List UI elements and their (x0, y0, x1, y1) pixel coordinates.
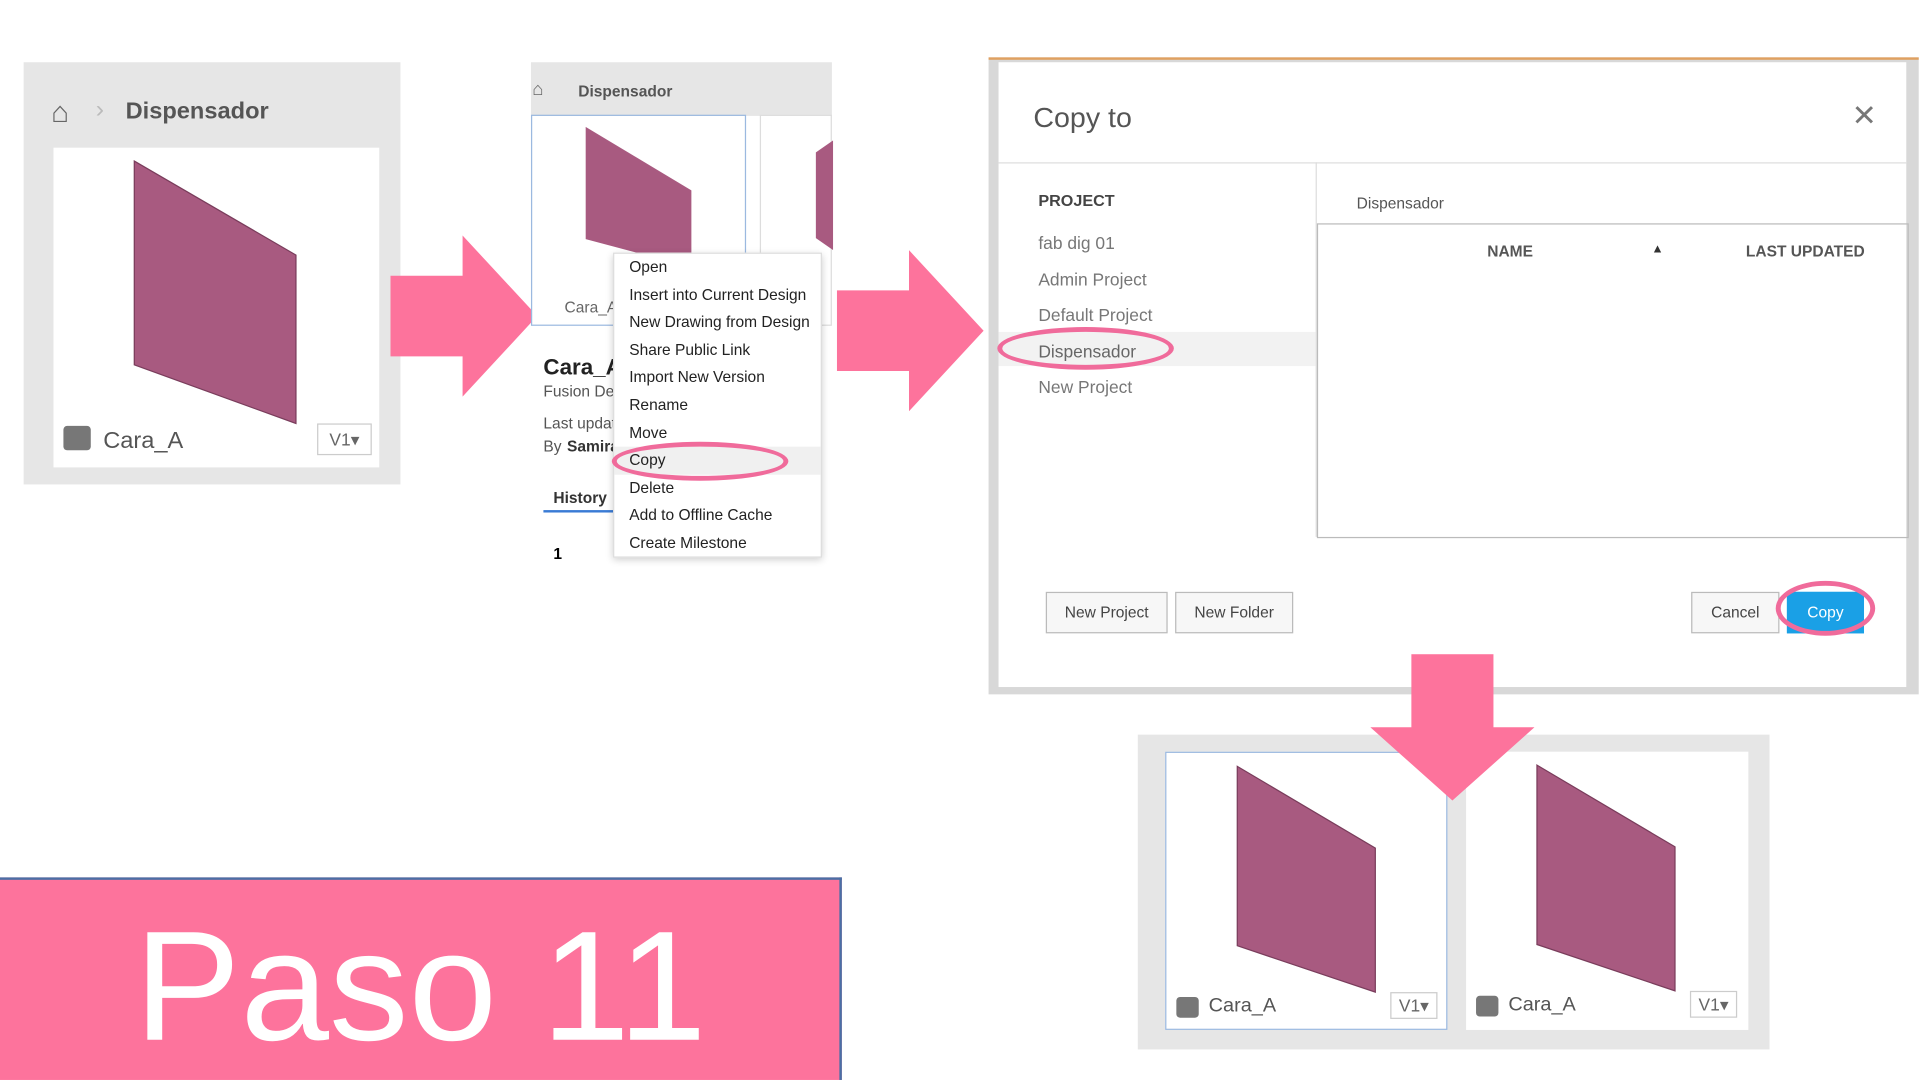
version-label: V1 (1398, 995, 1421, 1016)
design-thumbnail (1536, 764, 1676, 992)
breadcrumb[interactable]: Dispensador (126, 99, 269, 126)
close-icon[interactable]: ✕ (1852, 99, 1877, 134)
design-icon (1476, 995, 1499, 1017)
arrow-down-icon (1370, 654, 1535, 801)
by-label: By (543, 438, 562, 456)
column-last-updated[interactable]: LAST UPDATED (1746, 243, 1865, 260)
sort-asc-icon[interactable]: ▲ (1651, 243, 1663, 256)
file-name: Cara_A (1508, 994, 1576, 1016)
file-name: Cara_A (564, 298, 618, 317)
project-header: PROJECT (1038, 191, 1115, 210)
file-name: Cara_A (1208, 995, 1277, 1017)
step-label: Paso 11 (134, 899, 707, 1074)
highlight-ring (1775, 580, 1876, 636)
dialog-title: Copy to (1033, 101, 1132, 134)
menu-item-milestone[interactable]: Create Milestone (614, 530, 820, 558)
menu-item-offline[interactable]: Add to Offline Cache (614, 502, 820, 530)
author: Samira (567, 438, 619, 456)
menu-item-share[interactable]: Share Public Link (614, 337, 820, 365)
home-icon[interactable]: ⌂ (51, 96, 69, 130)
design-icon (63, 425, 91, 451)
menu-item-rename[interactable]: Rename (614, 392, 820, 420)
history-row-number: 1 (553, 545, 563, 563)
version-dropdown[interactable]: V1▾ (1390, 992, 1438, 1019)
design-thumbnail (815, 140, 834, 251)
menu-item-open[interactable]: Open (614, 254, 820, 282)
file-name: Cara_A (103, 428, 184, 454)
version-dropdown[interactable]: V1▾ (317, 423, 372, 456)
project-item[interactable]: Default Project (1038, 305, 1152, 325)
design-icon (1176, 996, 1199, 1018)
design-thumbnail (1236, 765, 1376, 993)
project-item[interactable]: New Project (1038, 377, 1132, 397)
chevron-right-icon: › (95, 96, 105, 124)
context-menu: Open Insert into Current Design New Draw… (613, 252, 822, 558)
project-item[interactable]: Admin Project (1038, 270, 1146, 290)
last-updated: Last updated (543, 414, 616, 432)
new-folder-button[interactable]: New Folder (1175, 591, 1294, 634)
breadcrumb[interactable]: Dispensador (578, 83, 672, 100)
file-title: Cara_A (543, 355, 616, 380)
home-icon[interactable]: ⌂ (532, 79, 543, 100)
menu-item-import[interactable]: Import New Version (614, 364, 820, 392)
highlight-ring (997, 327, 1174, 370)
file-type: Fusion Design (543, 383, 615, 401)
cancel-button[interactable]: Cancel (1691, 591, 1780, 634)
new-project-button[interactable]: New Project (1045, 591, 1168, 634)
version-label: V1 (329, 429, 351, 450)
step1-panel: ⌂ › Dispensador Cara_A V1▾ (23, 62, 401, 485)
design-thumbnail (133, 160, 297, 425)
highlight-ring (611, 441, 789, 481)
tab-history[interactable]: History (543, 489, 617, 513)
project-item[interactable]: fab dig 01 (1038, 233, 1114, 253)
design-thumbnail (585, 126, 692, 268)
menu-item-insert[interactable]: Insert into Current Design (614, 281, 820, 309)
version-label: V1 (1698, 994, 1720, 1015)
file-card[interactable]: Cara_A V1▾ (53, 147, 380, 468)
folder-path[interactable]: Dispensador (1357, 195, 1444, 212)
step-label-banner: Paso 11 (0, 877, 842, 1080)
arrow-right-icon (390, 235, 538, 397)
column-name[interactable]: NAME (1487, 243, 1533, 260)
menu-item-new-drawing[interactable]: New Drawing from Design (614, 309, 820, 337)
version-dropdown[interactable]: V1▾ (1689, 990, 1738, 1018)
arrow-right-icon (836, 250, 984, 412)
file-list: NAME ▲ LAST UPDATED (1316, 223, 1909, 539)
